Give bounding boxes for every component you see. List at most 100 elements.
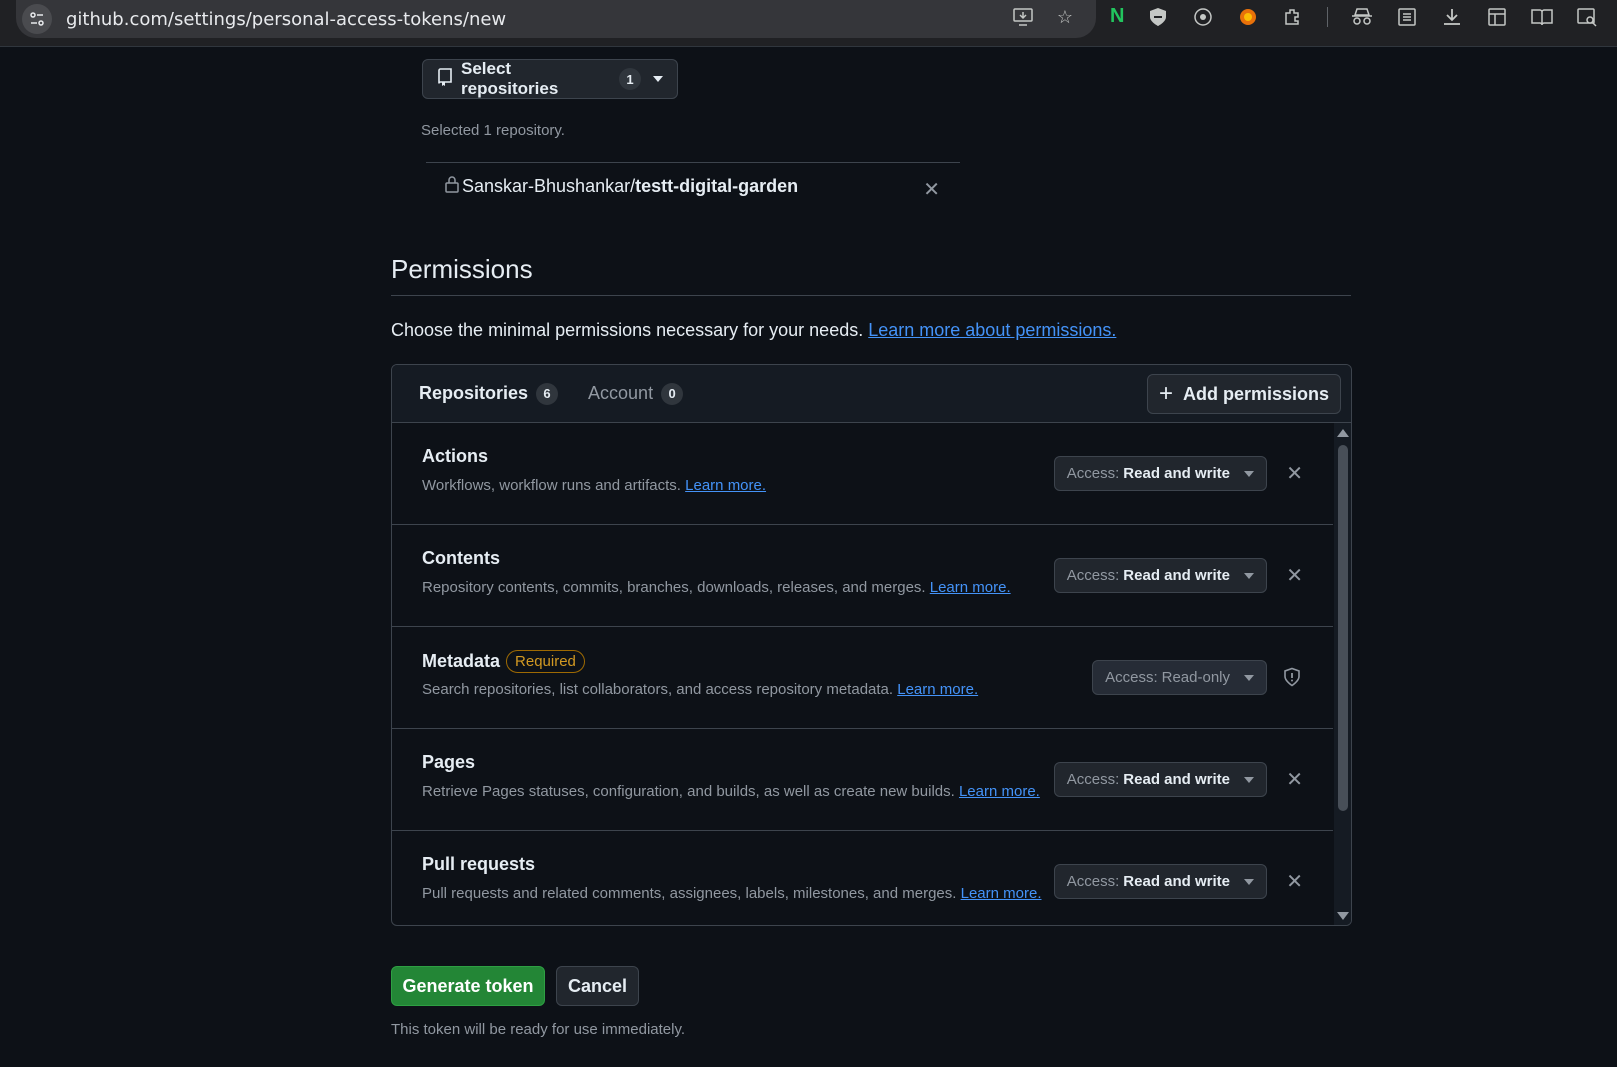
permission-description: Search repositories, list collaborators,… <box>422 681 978 698</box>
required-badge: Required <box>506 650 585 673</box>
repo-full-name: Sanskar-Bhushankar/testt-digital-garden <box>462 176 798 197</box>
tab-repositories-label: Repositories <box>419 383 529 403</box>
generate-token-button[interactable]: Generate token <box>391 966 545 1006</box>
colorful-extension-icon[interactable] <box>1237 6 1259 28</box>
tab-account[interactable]: Account 0 <box>588 382 684 405</box>
selected-repositories-note: Selected 1 repository. <box>421 122 565 139</box>
permission-description: Repository contents, commits, branches, … <box>422 579 1011 596</box>
add-permissions-label: Add permissions <box>1182 383 1330 404</box>
permission-title: Actions <box>422 446 488 467</box>
permission-description: Pull requests and related comments, assi… <box>422 885 1042 902</box>
lock-icon <box>444 175 460 198</box>
tab-layout-icon[interactable] <box>1486 6 1508 28</box>
permission-description-text: Retrieve Pages statuses, configuration, … <box>422 783 955 800</box>
chevron-down-icon <box>1244 776 1254 783</box>
learn-more-link[interactable]: Learn more. <box>959 783 1040 800</box>
permissions-description-text: Choose the minimal permissions necessary… <box>391 320 864 340</box>
scroll-up-arrow-icon[interactable] <box>1337 429 1349 437</box>
access-level-dropdown[interactable]: Access: Read and write <box>1053 762 1267 797</box>
chevron-down-icon <box>1244 470 1254 477</box>
remove-permission-close-icon[interactable]: ✕ <box>1286 767 1303 792</box>
tab-account-label: Account <box>588 383 654 403</box>
access-value: Read and write <box>1123 567 1230 584</box>
extension-n-icon[interactable]: N <box>1110 5 1124 28</box>
remove-permission-close-icon[interactable]: ✕ <box>1286 563 1303 588</box>
puzzle-ext-icon[interactable] <box>1192 6 1214 28</box>
reading-list-icon[interactable] <box>1396 6 1418 28</box>
reader-mode-icon[interactable] <box>1531 6 1554 28</box>
chevron-down-icon <box>1244 572 1254 579</box>
address-bar[interactable]: github.com/settings/personal-access-toke… <box>16 0 1096 38</box>
toolbar-separator <box>1327 6 1329 27</box>
permission-title: Contents <box>422 548 500 569</box>
permission-title-text: Pages <box>422 752 476 772</box>
access-prefix: Access: <box>1066 465 1120 482</box>
extensions-icon[interactable] <box>1282 6 1304 28</box>
site-info-icon[interactable] <box>22 4 52 34</box>
repo-icon <box>437 67 453 91</box>
permission-description-text: Workflows, workflow runs and artifacts. <box>422 477 681 494</box>
permission-row-pull-requests: Pull requests Pull requests and related … <box>392 831 1333 925</box>
remove-permission-close-icon[interactable]: ✕ <box>1286 461 1303 486</box>
permission-title-text: Pull requests <box>422 854 536 874</box>
add-permissions-button[interactable]: + Add permissions <box>1147 374 1341 414</box>
permission-description: Retrieve Pages statuses, configuration, … <box>422 783 1040 800</box>
chevron-down-icon <box>1244 878 1254 885</box>
permission-title-text: Actions <box>422 446 489 466</box>
shield-icon <box>1283 667 1301 692</box>
tab-repositories[interactable]: Repositories 6 <box>419 382 559 405</box>
access-level-dropdown[interactable]: Access: Read and write <box>1053 558 1267 593</box>
learn-more-link[interactable]: Learn more. <box>930 579 1011 596</box>
access-value: Read-only <box>1161 669 1230 686</box>
permissions-description: Choose the minimal permissions necessary… <box>391 320 1116 341</box>
access-prefix: Access: <box>1066 771 1120 788</box>
token-ready-note: This token will be ready for use immedia… <box>391 1021 686 1038</box>
permissions-list: Actions Workflows, workflow runs and art… <box>392 423 1333 925</box>
access-value: Read and write <box>1123 873 1230 890</box>
access-level-dropdown[interactable]: Access: Read and write <box>1053 456 1267 491</box>
access-prefix: Access: <box>1066 873 1120 890</box>
learn-more-permissions-link[interactable]: Learn more about permissions. <box>868 320 1116 340</box>
permission-row-pages: Pages Retrieve Pages statuses, configura… <box>392 729 1333 831</box>
chevron-down-icon <box>653 76 663 82</box>
downloads-icon[interactable] <box>1441 6 1463 28</box>
access-value: Read and write <box>1123 465 1230 482</box>
bookmark-star-icon[interactable]: ☆ <box>1054 6 1076 28</box>
learn-more-link[interactable]: Learn more. <box>961 885 1042 902</box>
incognito-icon[interactable] <box>1351 6 1373 28</box>
remove-permission-close-icon[interactable]: ✕ <box>1286 869 1303 894</box>
plus-icon: + <box>1158 380 1173 407</box>
scrollbar-thumb[interactable] <box>1338 445 1348 811</box>
shield-extension-icon[interactable] <box>1147 6 1169 28</box>
access-prefix: Access: <box>1066 567 1120 584</box>
permission-row-contents: Contents Repository contents, commits, b… <box>392 525 1333 627</box>
cancel-button[interactable]: Cancel <box>556 966 639 1006</box>
permission-description-text: Repository contents, commits, branches, … <box>422 579 926 596</box>
repositories-count-badge: 1 <box>619 68 641 90</box>
learn-more-link[interactable]: Learn more. <box>685 477 766 494</box>
side-panel-search-icon[interactable] <box>1576 6 1598 28</box>
select-repositories-button[interactable]: Select repositories 1 <box>422 59 678 99</box>
learn-more-link[interactable]: Learn more. <box>897 681 978 698</box>
page-content: Select repositories 1 Selected 1 reposit… <box>0 47 1617 1067</box>
access-value: Read and write <box>1123 771 1230 788</box>
permission-row-actions: Actions Workflows, workflow runs and art… <box>392 423 1333 525</box>
permission-title-text: Contents <box>422 548 500 568</box>
repo-name: testt-digital-garden <box>635 176 799 196</box>
url-text[interactable]: github.com/settings/personal-access-toke… <box>66 9 506 30</box>
chevron-down-icon <box>1244 674 1254 681</box>
access-level-dropdown[interactable]: Access: Read and write <box>1053 864 1267 899</box>
permissions-scrollbar[interactable] <box>1334 423 1351 925</box>
select-repositories-label: Select repositories <box>461 59 559 98</box>
permissions-tabs-header: Repositories 6 Account 0 + Add permissio… <box>392 365 1351 423</box>
scroll-down-arrow-icon[interactable] <box>1337 912 1349 920</box>
permission-title: Pull requests <box>422 854 535 875</box>
install-app-icon[interactable] <box>1012 6 1034 28</box>
permission-row-metadata: Metadata Required Search repositories, li… <box>392 627 1333 729</box>
permission-description-text: Search repositories, list collaborators,… <box>422 681 894 698</box>
permission-title: Metadata Required <box>422 650 585 673</box>
permission-description-text: Pull requests and related comments, assi… <box>422 885 957 902</box>
access-level-dropdown: Access: Read-only <box>1092 660 1267 695</box>
remove-repo-close-icon[interactable]: ✕ <box>923 177 940 202</box>
permissions-heading: Permissions <box>391 254 533 284</box>
